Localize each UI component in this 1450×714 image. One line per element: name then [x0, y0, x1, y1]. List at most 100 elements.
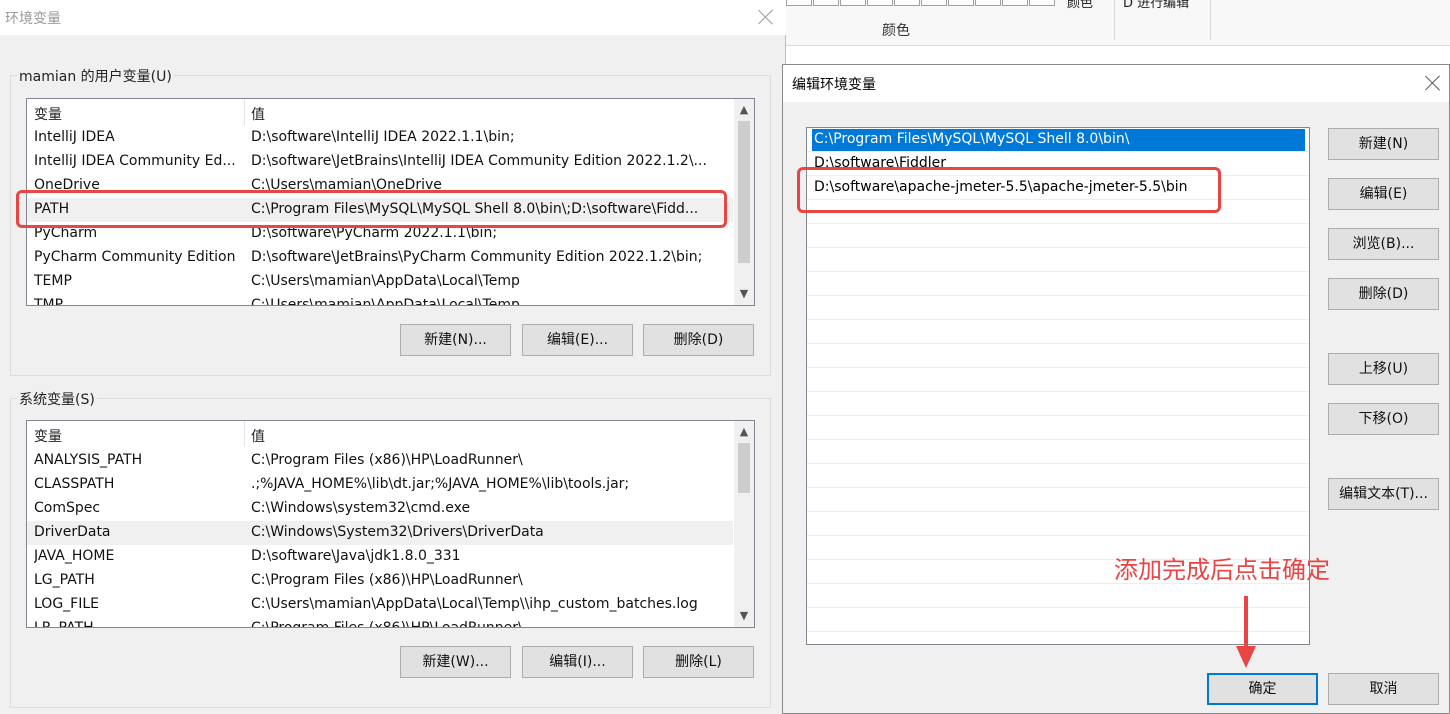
system-delete-button[interactable]: 删除(L) [643, 646, 754, 678]
color-swatch[interactable] [867, 0, 893, 6]
color-swatch[interactable] [813, 0, 839, 6]
scroll-down-icon[interactable]: ▼ [734, 607, 754, 625]
path-entry: D:\software\apache-jmeter-5.5\apache-jme… [814, 179, 1188, 195]
color-swatch[interactable] [894, 0, 920, 6]
color-swatch[interactable] [1002, 0, 1028, 6]
variable-name: PyCharm [34, 225, 98, 241]
column-divider[interactable] [244, 99, 245, 125]
user-variables-list[interactable]: 变量 值 IntelliJ IDEA D:\software\IntelliJ … [26, 98, 755, 306]
system-edit-button[interactable]: 编辑(I)... [522, 646, 633, 678]
variable-name: ANALYSIS_PATH [34, 452, 143, 468]
empty-row[interactable] [807, 464, 1309, 488]
user-edit-button[interactable]: 编辑(E)... [522, 324, 633, 356]
table-row[interactable]: JAVA_HOME D:\software\Java\jdk1.8.0_331 [27, 545, 733, 569]
move-down-button[interactable]: 下移(O) [1328, 403, 1439, 435]
move-up-button[interactable]: 上移(U) [1328, 353, 1439, 385]
table-row[interactable]: ComSpec C:\Windows\system32\cmd.exe [27, 497, 733, 521]
scroll-thumb[interactable] [738, 121, 750, 263]
dialog-titlebar[interactable]: 编辑环境变量 [783, 65, 1449, 102]
variable-name: LR_PATH [34, 620, 94, 628]
empty-row[interactable] [807, 200, 1309, 224]
table-row[interactable]: PyCharm Community Edition D:\software\Je… [27, 246, 733, 270]
variable-value: C:\Users\mamian\OneDrive [251, 177, 442, 193]
list-item-selected[interactable]: C:\Program Files\MySQL\MySQL Shell 8.0\b… [807, 128, 1309, 152]
empty-row[interactable] [807, 272, 1309, 296]
color-swatch-row [786, 0, 1056, 6]
color-swatch[interactable] [786, 0, 812, 6]
empty-row[interactable] [807, 392, 1309, 416]
table-row[interactable]: OneDrive C:\Users\mamian\OneDrive [27, 174, 733, 198]
table-row[interactable]: LR_PATH C:\Program Files (x86)\HP\LoadRu… [27, 617, 733, 628]
browse-button[interactable]: 浏览(B)... [1328, 228, 1439, 260]
variable-name: TMP [34, 297, 64, 306]
environment-variables-dialog: 环境变量 mamian 的用户变量(U) 变量 值 IntelliJ IDEA … [0, 0, 786, 714]
table-row[interactable]: CLASSPATH .;%JAVA_HOME%\lib\dt.jar;%JAVA… [27, 473, 733, 497]
system-new-button[interactable]: 新建(W)... [400, 646, 511, 678]
variable-value: D:\software\PyCharm 2022.1.1\bin; [251, 225, 498, 241]
column-header-variable[interactable]: 变量 [34, 426, 62, 446]
table-row[interactable]: TMP C:\Users\mamian\AppData\Local\Temp [27, 294, 733, 306]
annotation-text: 添加完成后点击确定 [1114, 556, 1330, 584]
variable-name: LG_PATH [34, 572, 95, 588]
empty-row[interactable] [807, 248, 1309, 272]
vertical-scrollbar[interactable]: ▲ ▼ [734, 421, 754, 627]
scroll-down-icon[interactable]: ▼ [734, 285, 754, 303]
user-variables-label: mamian 的用户变量(U) [17, 66, 174, 86]
variable-value: C:\Program Files (x86)\HP\LoadRunner\ [251, 620, 523, 628]
table-row[interactable]: IntelliJ IDEA Community Ed... D:\softwar… [27, 150, 733, 174]
user-new-button[interactable]: 新建(N)... [400, 324, 511, 356]
column-header-variable[interactable]: 变量 [34, 104, 62, 124]
vertical-scrollbar[interactable]: ▲ ▼ [734, 99, 754, 305]
variable-value: C:\Program Files (x86)\HP\LoadRunner\ [251, 452, 523, 468]
column-header-value[interactable]: 值 [251, 104, 265, 124]
table-row[interactable]: TEMP C:\Users\mamian\AppData\Local\Temp [27, 270, 733, 294]
color-swatch[interactable] [840, 0, 866, 6]
edit-with-label[interactable]: D 进行编辑 [1123, 0, 1189, 11]
color-swatch[interactable] [1029, 0, 1055, 6]
table-row-selected[interactable]: PATH C:\Program Files\MySQL\MySQL Shell … [27, 198, 733, 222]
column-divider[interactable] [244, 421, 245, 447]
dialog-titlebar[interactable]: 环境变量 [0, 0, 786, 35]
empty-row[interactable] [807, 368, 1309, 392]
delete-entry-button[interactable]: 删除(D) [1328, 278, 1439, 310]
table-row-selected[interactable]: DriverData C:\Windows\System32\Drivers\D… [27, 521, 733, 545]
user-delete-button[interactable]: 删除(D) [643, 324, 754, 356]
cancel-button[interactable]: 取消 [1328, 673, 1439, 705]
empty-row[interactable] [807, 416, 1309, 440]
edit-text-button[interactable]: 编辑文本(T)... [1328, 478, 1439, 510]
column-header-value[interactable]: 值 [251, 426, 265, 446]
table-row[interactable]: PyCharm D:\software\PyCharm 2022.1.1\bin… [27, 222, 733, 246]
new-entry-button[interactable]: 新建(N) [1328, 128, 1439, 160]
scroll-up-icon[interactable]: ▲ [734, 423, 754, 441]
more-colors-label[interactable]: 颜色 [1067, 0, 1093, 11]
close-icon[interactable] [1425, 75, 1441, 91]
scroll-thumb[interactable] [738, 443, 750, 493]
table-row[interactable]: LOG_FILE C:\Users\mamian\AppData\Local\T… [27, 593, 733, 617]
empty-row[interactable] [807, 296, 1309, 320]
table-row[interactable]: LG_PATH C:\Program Files (x86)\HP\LoadRu… [27, 569, 733, 593]
empty-row[interactable] [807, 488, 1309, 512]
scroll-up-icon[interactable]: ▲ [734, 101, 754, 119]
ribbon-divider [1114, 0, 1115, 40]
color-swatch[interactable] [921, 0, 947, 6]
system-variables-label: 系统变量(S) [17, 389, 97, 409]
empty-row[interactable] [807, 512, 1309, 536]
list-item[interactable]: D:\software\Fiddler [807, 152, 1309, 176]
empty-row[interactable] [807, 440, 1309, 464]
color-swatch[interactable] [975, 0, 1001, 6]
close-icon[interactable] [758, 9, 774, 25]
variable-value: C:\Users\mamian\AppData\Local\Temp [251, 273, 520, 289]
list-item[interactable]: D:\software\apache-jmeter-5.5\apache-jme… [807, 176, 1309, 200]
variable-name: PATH [34, 201, 70, 217]
empty-row[interactable] [807, 320, 1309, 344]
color-swatch[interactable] [948, 0, 974, 6]
table-row[interactable]: ANALYSIS_PATH C:\Program Files (x86)\HP\… [27, 449, 733, 473]
edit-entry-button[interactable]: 编辑(E) [1328, 178, 1439, 210]
system-variables-list[interactable]: 变量 值 ANALYSIS_PATH C:\Program Files (x86… [26, 420, 755, 628]
variable-name: JAVA_HOME [34, 548, 115, 564]
empty-row[interactable] [807, 344, 1309, 368]
variable-value: C:\Windows\system32\cmd.exe [251, 500, 471, 516]
empty-row[interactable] [807, 224, 1309, 248]
table-row[interactable]: IntelliJ IDEA D:\software\IntelliJ IDEA … [27, 126, 733, 150]
ok-button[interactable]: 确定 [1207, 673, 1318, 705]
